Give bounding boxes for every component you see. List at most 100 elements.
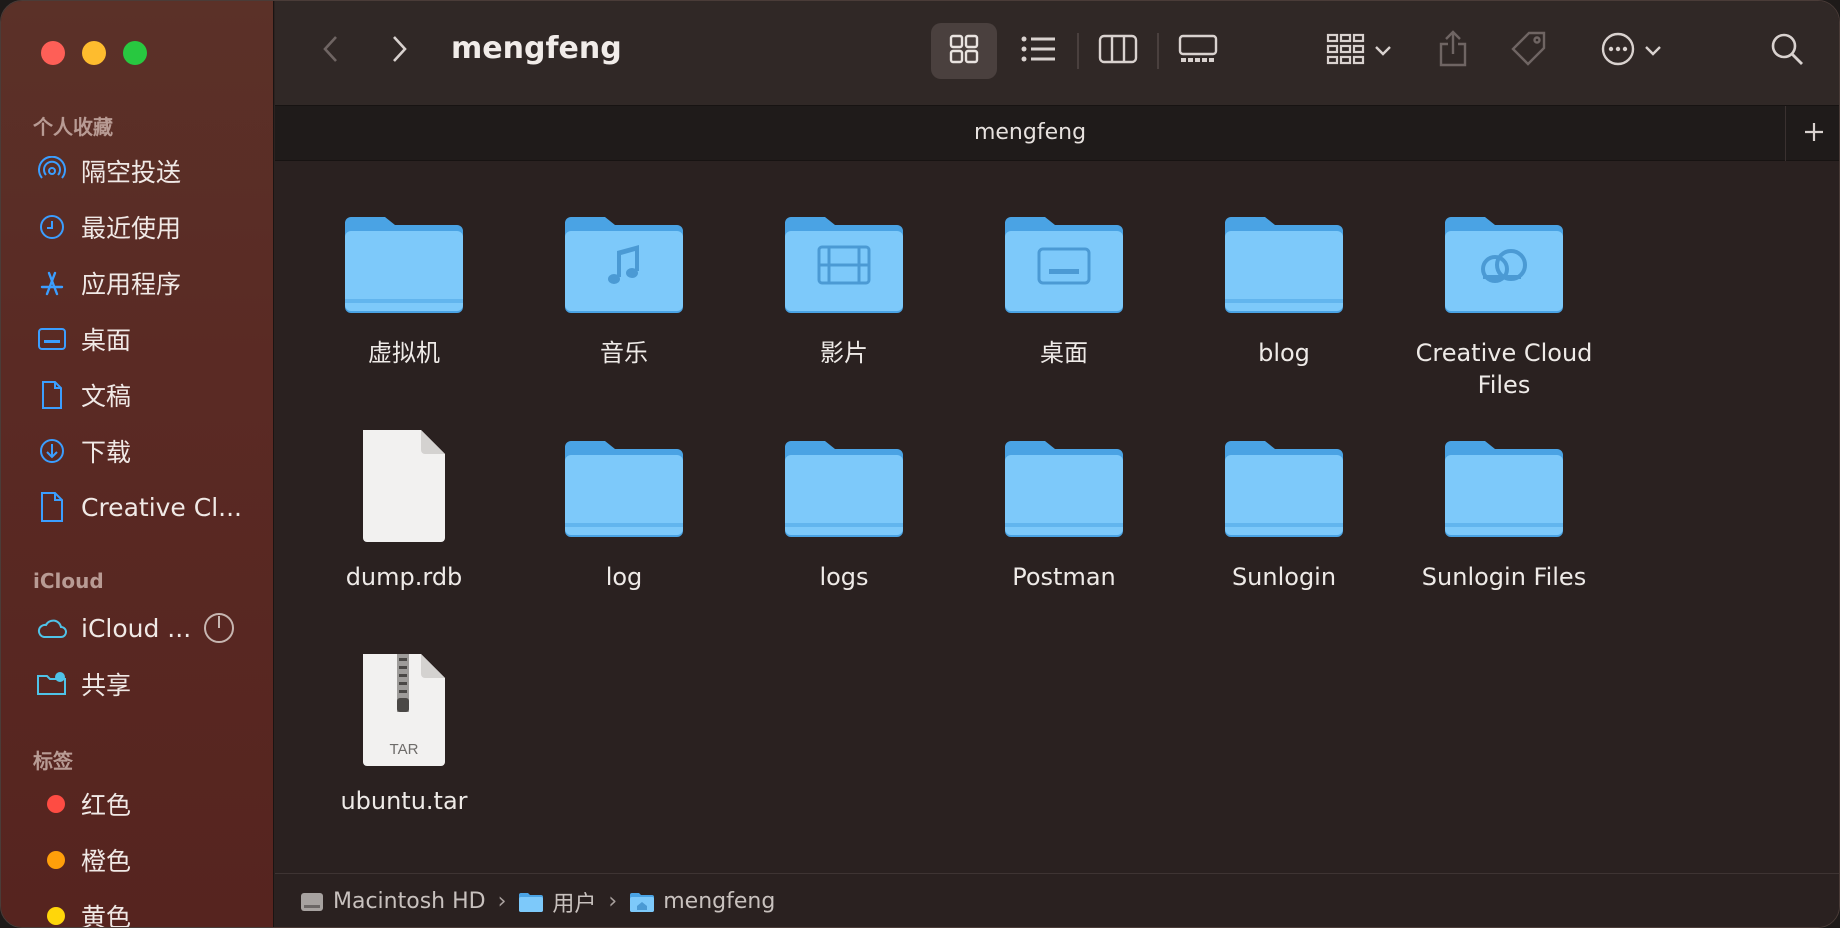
list-view-button[interactable] <box>1005 23 1071 79</box>
sidebar-tag-red[interactable]: 红色 <box>35 782 255 826</box>
sidebar-item-downloads[interactable]: 下载 <box>35 429 255 473</box>
file-item-folder[interactable]: 虚拟机 <box>304 199 504 369</box>
zoom-window-button[interactable] <box>123 41 147 65</box>
folder-icon <box>1404 423 1604 547</box>
toolbar-divider <box>1077 33 1079 69</box>
path-bar: Macintosh HD › 用户 › mengfeng <box>275 873 1839 927</box>
minimize-window-button[interactable] <box>82 41 106 65</box>
file-item-folder[interactable]: log <box>524 423 724 593</box>
tags-button[interactable] <box>1501 23 1557 79</box>
tag-dot-icon <box>35 845 69 875</box>
sidebar: 个人收藏 隔空投送 最近使用 应用程序 桌面 文稿 下载 Creative Cl… <box>1 1 274 927</box>
sidebar-item-label: Creative Cl... <box>81 492 242 522</box>
main-pane: mengfeng mengfeng 虚拟机 音乐 影片 桌面 blog Crea… <box>275 1 1839 927</box>
path-item-label: Macintosh HD <box>333 889 486 914</box>
file-item-archive[interactable]: TAR ubuntu.tar <box>304 647 504 817</box>
file-item-document[interactable]: dump.rdb <box>304 423 504 593</box>
path-separator: › <box>608 889 618 914</box>
path-item-label: mengfeng <box>663 889 776 914</box>
path-item-macintosh-hd[interactable]: Macintosh HD <box>299 889 486 914</box>
share-button[interactable] <box>1425 23 1481 79</box>
sidebar-item-airdrop[interactable]: 隔空投送 <box>35 149 255 193</box>
file-item-folder[interactable]: Sunlogin <box>1184 423 1384 593</box>
sidebar-item-icloud-drive[interactable]: iCloud ... <box>35 606 255 650</box>
sidebar-tag-yellow[interactable]: 黄色 <box>35 894 255 927</box>
folder-icon <box>524 423 724 547</box>
list-icon <box>1020 35 1056 67</box>
back-button[interactable] <box>315 33 345 69</box>
more-actions-button[interactable] <box>1591 23 1671 79</box>
path-item-label: 用户 <box>552 891 597 917</box>
sidebar-item-label: iCloud ... <box>81 613 192 643</box>
tag-dot-icon <box>35 789 69 819</box>
desktop-icon <box>35 324 69 354</box>
sidebar-item-label: 共享 <box>81 671 132 700</box>
gallery-view-button[interactable] <box>1165 23 1231 79</box>
file-name: blog <box>1258 339 1310 367</box>
chevron-down-icon <box>1644 42 1662 61</box>
download-icon <box>35 436 69 466</box>
group-by-button[interactable] <box>1319 23 1399 79</box>
sidebar-item-label: 隔空投送 <box>81 158 182 187</box>
columns-icon <box>1098 34 1138 68</box>
sidebar-item-label: 下载 <box>81 438 132 467</box>
file-name: Creative Cloud Files <box>1415 339 1593 399</box>
creative-cloud-folder-icon <box>1404 199 1604 323</box>
column-view-button[interactable] <box>1085 23 1151 79</box>
file-item-music-folder[interactable]: 音乐 <box>524 199 724 369</box>
path-item-users[interactable]: 用户 <box>518 886 596 918</box>
close-window-button[interactable] <box>41 41 65 65</box>
file-item-desktop-folder[interactable]: 桌面 <box>964 199 1164 369</box>
sidebar-item-creative-cloud[interactable]: Creative Cl... <box>35 485 255 529</box>
sidebar-item-shared[interactable]: 共享 <box>35 662 255 706</box>
file-item-folder[interactable]: Postman <box>964 423 1164 593</box>
path-separator: › <box>497 889 507 914</box>
sidebar-item-label: 红色 <box>81 791 132 820</box>
folder-icon <box>964 423 1164 547</box>
plus-icon <box>1803 121 1825 147</box>
sidebar-item-label: 最近使用 <box>81 214 182 243</box>
sidebar-item-desktop[interactable]: 桌面 <box>35 317 255 361</box>
tab-bar: mengfeng <box>275 105 1839 162</box>
folder-icon <box>1184 199 1384 323</box>
file-item-movies-folder[interactable]: 影片 <box>744 199 944 369</box>
file-name: Sunlogin Files <box>1421 563 1587 591</box>
music-folder-icon <box>524 199 724 323</box>
icon-view-button[interactable] <box>931 23 997 79</box>
file-name: ubuntu.tar <box>340 787 468 815</box>
sync-progress-icon <box>203 612 235 648</box>
file-name: 影片 <box>820 339 868 367</box>
chevron-left-icon <box>321 34 339 68</box>
file-name: Postman <box>1012 563 1116 591</box>
film-folder-icon <box>744 199 944 323</box>
sidebar-tag-orange[interactable]: 橙色 <box>35 838 255 882</box>
file-name: 虚拟机 <box>368 339 440 367</box>
sidebar-item-label: 应用程序 <box>81 270 182 299</box>
file-icon <box>35 492 69 522</box>
file-item-folder[interactable]: blog <box>1184 199 1384 369</box>
folder-icon <box>744 423 944 547</box>
airdrop-icon <box>35 156 69 186</box>
tag-icon <box>1510 30 1548 72</box>
search-button[interactable] <box>1759 23 1815 79</box>
folder-icon <box>304 199 504 323</box>
file-item-folder[interactable]: Sunlogin Files <box>1404 423 1604 593</box>
chevron-right-icon <box>391 34 409 68</box>
tag-dot-icon <box>35 901 69 927</box>
sidebar-item-applications[interactable]: 应用程序 <box>35 261 255 305</box>
file-grid: 虚拟机 音乐 影片 桌面 blog Creative Cloud Files d… <box>275 161 1839 873</box>
tab-mengfeng[interactable]: mengfeng <box>275 120 1785 145</box>
cloud-icon <box>35 613 69 643</box>
forward-button[interactable] <box>385 33 415 69</box>
sidebar-item-recents[interactable]: 最近使用 <box>35 205 255 249</box>
traffic-lights <box>41 41 147 65</box>
new-tab-button[interactable] <box>1785 106 1839 162</box>
sidebar-item-label: 文稿 <box>81 382 132 411</box>
sidebar-item-documents[interactable]: 文稿 <box>35 373 255 417</box>
folder-icon <box>1184 423 1384 547</box>
file-name: Sunlogin <box>1231 563 1337 591</box>
file-item-creative-cloud-folder[interactable]: Creative Cloud Files <box>1404 199 1604 401</box>
hard-drive-icon <box>299 890 325 914</box>
file-item-folder[interactable]: logs <box>744 423 944 593</box>
path-item-mengfeng[interactable]: mengfeng <box>629 889 775 914</box>
